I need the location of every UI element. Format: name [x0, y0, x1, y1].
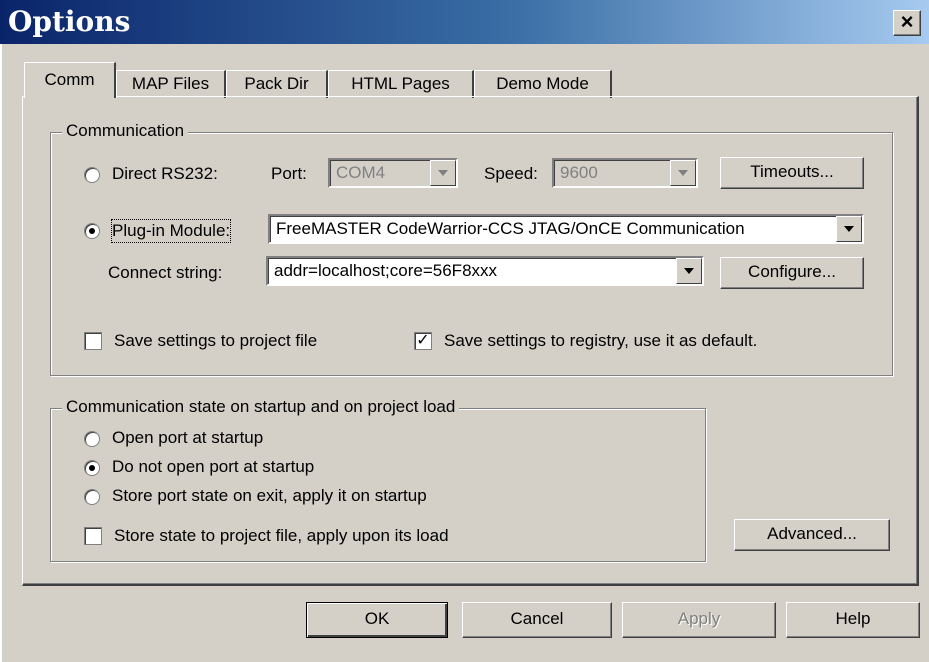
save-project-label[interactable]: Save settings to project file	[114, 330, 317, 352]
ok-button[interactable]: OK	[306, 602, 448, 638]
save-registry-checkbox[interactable]: ✓	[414, 332, 432, 350]
plugin-module-label[interactable]: Plug-in Module:	[110, 219, 232, 243]
tab-pack-dir[interactable]: Pack Dir	[226, 70, 328, 98]
store-state-label[interactable]: Store state to project file, apply upon …	[114, 525, 449, 547]
plugin-module-select[interactable]: FreeMASTER CodeWarrior-CCS JTAG/OnCE Com…	[268, 214, 864, 244]
do-not-open-port-radio[interactable]	[84, 460, 100, 476]
close-icon: ×	[900, 9, 914, 34]
tab-comm[interactable]: Comm	[24, 62, 116, 98]
cancel-button[interactable]: Cancel	[462, 602, 612, 638]
title-bar	[0, 0, 929, 44]
open-port-radio[interactable]	[84, 431, 100, 447]
save-registry-label[interactable]: Save settings to registry, use it as def…	[444, 330, 757, 352]
tab-demo-mode[interactable]: Demo Mode	[474, 70, 612, 98]
speed-select[interactable]: 9600	[552, 158, 698, 188]
help-button[interactable]: Help	[786, 602, 920, 638]
open-port-label[interactable]: Open port at startup	[112, 427, 263, 449]
store-port-state-radio[interactable]	[84, 489, 100, 505]
chevron-down-icon[interactable]	[670, 160, 696, 186]
advanced-button[interactable]: Advanced...	[734, 519, 890, 551]
speed-label: Speed:	[484, 164, 538, 183]
connect-string-input[interactable]: addr=localhost;core=56F8xxx	[266, 256, 704, 286]
timeouts-button[interactable]: Timeouts...	[720, 157, 864, 189]
chevron-down-icon[interactable]	[676, 258, 702, 284]
communication-group-label: Communication	[62, 121, 189, 141]
direct-rs232-radio[interactable]	[84, 167, 100, 183]
port-label: Port:	[271, 164, 307, 183]
checkmark-icon: ✓	[416, 332, 430, 349]
connect-string-label: Connect string:	[108, 263, 223, 282]
tab-html-pages[interactable]: HTML Pages	[328, 70, 474, 98]
apply-button[interactable]: Apply	[622, 602, 776, 638]
save-project-checkbox[interactable]	[84, 332, 102, 350]
store-state-checkbox[interactable]	[84, 527, 102, 545]
close-button[interactable]: ×	[893, 10, 921, 36]
chevron-down-icon[interactable]	[430, 160, 456, 186]
plugin-module-radio[interactable]	[84, 223, 100, 239]
store-port-state-label[interactable]: Store port state on exit, apply it on st…	[112, 485, 427, 507]
chevron-down-icon[interactable]	[836, 216, 862, 242]
direct-rs232-label[interactable]: Direct RS232:	[112, 163, 218, 185]
tab-map-files[interactable]: MAP Files	[116, 70, 226, 98]
port-select[interactable]: COM4	[328, 158, 458, 188]
window-title: Options	[8, 5, 131, 38]
startup-group-label: Communication state on startup and on pr…	[62, 397, 460, 417]
configure-button[interactable]: Configure...	[720, 257, 864, 289]
do-not-open-port-label[interactable]: Do not open port at startup	[112, 456, 314, 478]
